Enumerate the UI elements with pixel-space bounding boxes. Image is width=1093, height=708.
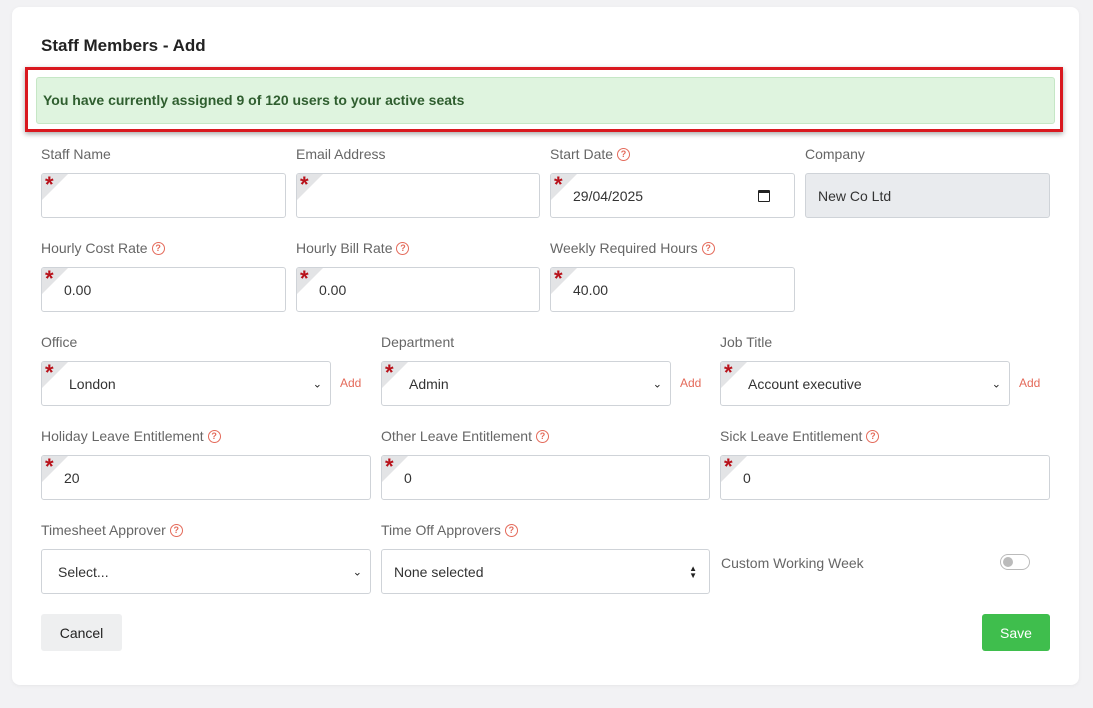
- custom-working-week-label: Custom Working Week: [721, 555, 864, 571]
- sick-leave-input[interactable]: * 0: [720, 455, 1050, 500]
- page-title: Staff Members - Add: [41, 36, 206, 55]
- required-marker: *: [554, 173, 563, 197]
- other-leave-value: 0: [404, 469, 412, 486]
- add-office-link[interactable]: Add: [340, 376, 361, 390]
- company-input: New Co Ltd: [805, 173, 1050, 218]
- hourly-cost-rate-label-text: Hourly Cost Rate: [41, 240, 148, 256]
- weekly-required-hours-label: Weekly Required Hours ?: [550, 240, 715, 256]
- start-date-label-text: Start Date: [550, 146, 614, 162]
- required-marker: *: [300, 267, 309, 291]
- required-marker: *: [554, 267, 563, 291]
- required-marker: *: [724, 361, 733, 385]
- start-date-value: 29/04/2025: [573, 187, 644, 204]
- weekly-required-hours-input[interactable]: * 40.00: [550, 267, 795, 312]
- required-marker: *: [300, 173, 309, 197]
- chevron-down-icon: ⌄: [991, 378, 1001, 390]
- hourly-bill-rate-value: 0.00: [319, 281, 347, 298]
- help-icon[interactable]: ?: [396, 241, 410, 255]
- company-label-text: Company: [805, 146, 865, 162]
- required-marker: *: [724, 455, 733, 479]
- hourly-cost-rate-label: Hourly Cost Rate ?: [41, 240, 165, 256]
- required-marker: *: [45, 267, 54, 291]
- required-marker: *: [385, 455, 394, 479]
- seats-alert: You have currently assigned 9 of 120 use…: [36, 77, 1055, 124]
- timesheet-approver-label: Timesheet Approver ?: [41, 522, 183, 538]
- staff-name-input[interactable]: *: [41, 173, 286, 218]
- time-off-approvers-select[interactable]: None selected ▲ ▼: [381, 549, 710, 594]
- hourly-bill-rate-label-text: Hourly Bill Rate: [296, 240, 393, 256]
- other-leave-input[interactable]: * 0: [381, 455, 710, 500]
- add-department-link[interactable]: Add: [680, 376, 701, 390]
- staff-name-label: Staff Name: [41, 146, 111, 162]
- job-title-label: Job Title: [720, 334, 772, 350]
- office-label-text: Office: [41, 334, 78, 350]
- office-label: Office: [41, 334, 77, 350]
- required-marker: *: [45, 173, 54, 197]
- time-off-approvers-label: Time Off Approvers ?: [381, 522, 518, 538]
- timesheet-approver-value: Select...: [58, 563, 109, 580]
- start-date-label: Start Date ?: [550, 146, 631, 162]
- email-address-label-text: Email Address: [296, 146, 386, 162]
- help-icon[interactable]: ?: [207, 429, 221, 443]
- help-icon[interactable]: ?: [151, 241, 165, 255]
- required-marker: *: [385, 361, 394, 385]
- help-icon[interactable]: ?: [504, 523, 518, 537]
- time-off-approvers-label-text: Time Off Approvers: [381, 522, 501, 538]
- other-leave-label-text: Other Leave Entitlement: [381, 428, 532, 444]
- hourly-bill-rate-input[interactable]: * 0.00: [296, 267, 540, 312]
- help-icon[interactable]: ?: [169, 523, 183, 537]
- sick-leave-label: Sick Leave Entitlement ?: [720, 428, 880, 444]
- holiday-leave-value: 20: [64, 469, 80, 486]
- hourly-cost-rate-input[interactable]: * 0.00: [41, 267, 286, 312]
- help-icon[interactable]: ?: [617, 147, 631, 161]
- weekly-required-hours-value: 40.00: [573, 281, 609, 298]
- office-select[interactable]: * London ⌄: [41, 361, 331, 406]
- toggle-knob: [1003, 557, 1013, 567]
- staff-name-label-text: Staff Name: [41, 146, 111, 162]
- chevron-down-icon: ⌄: [652, 378, 662, 390]
- company-value: New Co Ltd: [818, 187, 892, 204]
- chevron-down-icon: ⌄: [312, 378, 322, 390]
- hourly-cost-rate-value: 0.00: [64, 281, 92, 298]
- timesheet-approver-select[interactable]: Select... ⌄: [41, 549, 371, 594]
- other-leave-label: Other Leave Entitlement ?: [381, 428, 549, 444]
- required-marker: *: [45, 455, 54, 479]
- office-value: London: [69, 375, 116, 392]
- job-title-label-text: Job Title: [720, 334, 773, 350]
- help-icon[interactable]: ?: [701, 241, 715, 255]
- required-marker: *: [45, 361, 54, 385]
- department-value: Admin: [409, 375, 449, 392]
- company-label: Company: [805, 146, 865, 162]
- start-date-input[interactable]: * 29/04/2025: [550, 173, 795, 218]
- job-title-value: Account executive: [748, 375, 862, 392]
- custom-working-week-label-text: Custom Working Week: [721, 555, 864, 571]
- hourly-bill-rate-label: Hourly Bill Rate ?: [296, 240, 410, 256]
- timesheet-approver-label-text: Timesheet Approver: [41, 522, 166, 538]
- sick-leave-label-text: Sick Leave Entitlement: [720, 428, 863, 444]
- holiday-leave-label-text: Holiday Leave Entitlement: [41, 428, 204, 444]
- holiday-leave-input[interactable]: * 20: [41, 455, 371, 500]
- chevron-down-icon: ⌄: [352, 566, 362, 578]
- email-address-input[interactable]: *: [296, 173, 540, 218]
- time-off-approvers-value: None selected: [394, 563, 484, 580]
- sort-updown-icon: ▲ ▼: [689, 563, 697, 580]
- save-button[interactable]: Save: [982, 614, 1050, 651]
- sick-leave-value: 0: [743, 469, 751, 486]
- custom-working-week-toggle[interactable]: [1000, 554, 1030, 570]
- job-title-select[interactable]: * Account executive ⌄: [720, 361, 1010, 406]
- email-address-label: Email Address: [296, 146, 385, 162]
- department-select[interactable]: * Admin ⌄: [381, 361, 671, 406]
- weekly-required-hours-label-text: Weekly Required Hours: [550, 240, 698, 256]
- calendar-icon[interactable]: [758, 190, 770, 202]
- department-label: Department: [381, 334, 454, 350]
- department-label-text: Department: [381, 334, 455, 350]
- holiday-leave-label: Holiday Leave Entitlement ?: [41, 428, 221, 444]
- help-icon[interactable]: ?: [866, 429, 880, 443]
- add-job-title-link[interactable]: Add: [1019, 376, 1040, 390]
- cancel-button[interactable]: Cancel: [41, 614, 122, 651]
- help-icon[interactable]: ?: [535, 429, 549, 443]
